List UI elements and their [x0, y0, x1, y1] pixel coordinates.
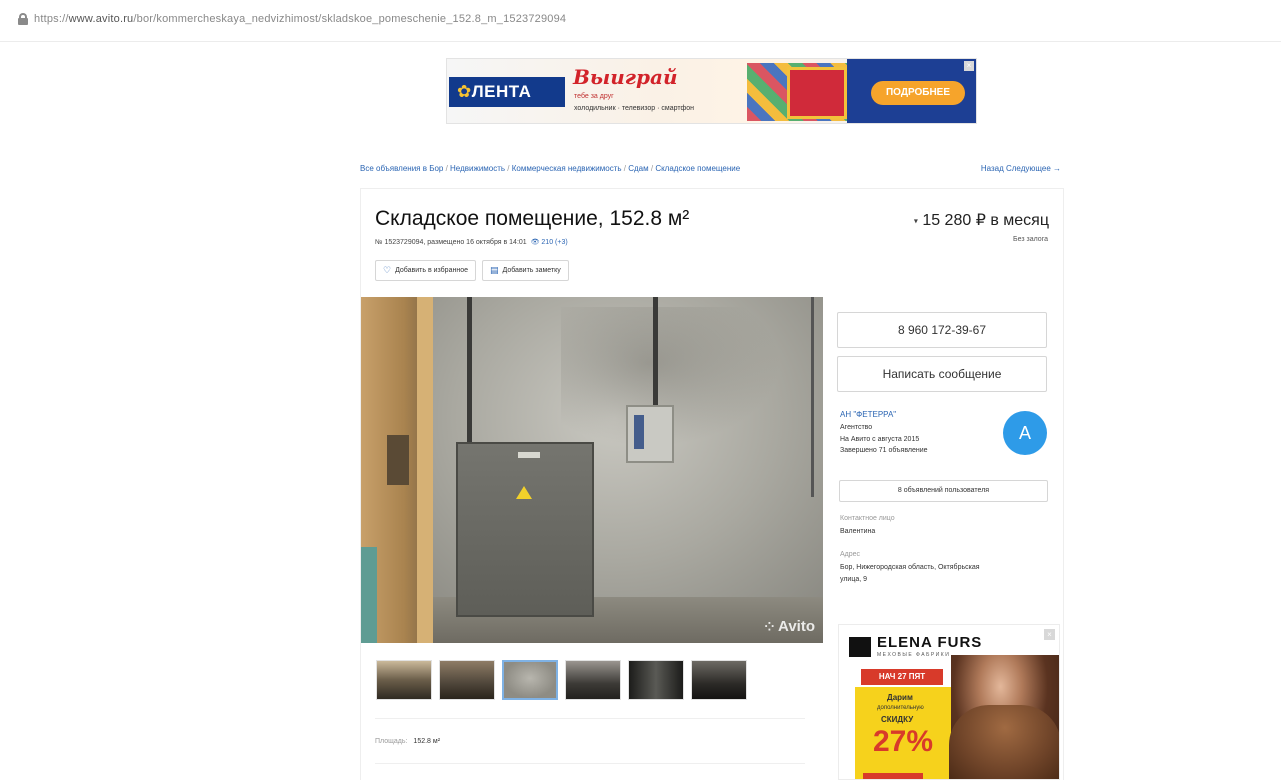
lock-icon: [18, 13, 28, 25]
breadcrumb-item[interactable]: Недвижимость: [450, 164, 505, 173]
ad-fur-image: [949, 705, 1059, 779]
seller-completed: Завершено 71 объявление: [840, 447, 928, 454]
ad-promo-text: СКИДКУ: [881, 715, 914, 724]
top-banner-ad[interactable]: ✿ЛЕНТА Выиграй тебе за друг холодильник …: [446, 58, 977, 124]
breadcrumb-item[interactable]: Складское помещение: [655, 164, 740, 173]
thumbnail-active[interactable]: [502, 660, 558, 700]
main-photo[interactable]: ⁘ Avito: [361, 297, 823, 643]
listing-meta: № 1523729094, размещено 16 октября в 14:…: [375, 239, 568, 246]
divider: [375, 763, 805, 764]
prev-next-nav[interactable]: Назад Следующее →: [981, 164, 1061, 173]
seller-since: На Авито с августа 2015: [840, 436, 920, 443]
browser-address-bar[interactable]: https://www.avito.ru/bor/kommercheskaya_…: [0, 0, 1281, 42]
url-text[interactable]: https://www.avito.ru/bor/kommercheskaya_…: [34, 13, 566, 25]
address-label: Адрес: [840, 551, 861, 558]
seller-ads-button[interactable]: 8 объявлений пользователя: [839, 480, 1048, 502]
close-icon[interactable]: ×: [964, 61, 974, 71]
thumbnail-strip: [376, 660, 747, 700]
thumbnail[interactable]: [565, 660, 621, 700]
ad-red-bar: [863, 773, 923, 779]
banner-line2: холодильник · телевизор · смартфон: [574, 105, 695, 112]
banner-gift-image: [787, 67, 847, 119]
thumbnail[interactable]: [691, 660, 747, 700]
show-phone-button[interactable]: 8 960 172-39-67: [837, 312, 1047, 348]
thumbnail[interactable]: [628, 660, 684, 700]
warning-icon: [516, 486, 532, 499]
listing-actions: ♡ Добавить в избранное ▤ Добавить заметку: [375, 260, 569, 281]
seller-name-link[interactable]: АН "ФЕТЕРРА": [840, 410, 896, 419]
lenta-logo: ✿ЛЕНТА: [449, 77, 565, 107]
price-dropdown-icon[interactable]: ▾: [914, 216, 918, 225]
ad-promo-text: дополнительную: [877, 705, 924, 711]
thumbnail[interactable]: [376, 660, 432, 700]
breadcrumb-item[interactable]: Сдам: [628, 164, 648, 173]
ad-brand: ELENA FURS: [877, 634, 983, 651]
contact-person-label: Контактное лицо: [840, 515, 895, 522]
ad-date: НАЧ 27 ПЯТ: [861, 669, 943, 685]
breadcrumb: Все объявления в Бор / Недвижимость / Ко…: [360, 164, 741, 173]
breadcrumb-item[interactable]: Коммерческая недвижимость: [512, 164, 622, 173]
area-row: Площадь: 152.8 м²: [375, 738, 441, 745]
ad-percent: 27%: [873, 725, 934, 758]
seller-type: Агентство: [840, 424, 873, 431]
side-banner-ad[interactable]: ELENA FURS МЕХОВЫЕ ФАБРИКИ НАЧ 27 ПЯТ Да…: [838, 624, 1060, 780]
brand-logo-icon: [849, 637, 871, 657]
close-icon[interactable]: ×: [1044, 629, 1055, 640]
avito-watermark: ⁘ Avito: [764, 618, 815, 635]
deposit-info: Без залога: [1013, 236, 1048, 243]
views-count: 👁 210 (+3): [530, 239, 568, 246]
contact-person-name: Валентина: [840, 528, 876, 535]
ad-promo-text: Дарим: [887, 693, 913, 702]
breadcrumb-item[interactable]: Все объявления в Бор: [360, 164, 443, 173]
ad-subtitle: МЕХОВЫЕ ФАБРИКИ: [877, 652, 951, 658]
page-title: Складское помещение, 152.8 м²: [375, 207, 690, 230]
banner-cta-button[interactable]: ПОДРОБНЕЕ: [871, 81, 965, 105]
banner-headline: Выиграй: [573, 65, 678, 89]
address-bar-divider: [0, 41, 1281, 42]
add-to-favorites-button[interactable]: ♡ Добавить в избранное: [375, 260, 476, 281]
avatar[interactable]: А: [1003, 411, 1047, 455]
note-icon: ▤: [489, 265, 499, 275]
address-line: Бор, Нижегородская область, Октябрьская: [840, 564, 980, 571]
thumbnail[interactable]: [439, 660, 495, 700]
write-message-button[interactable]: Написать сообщение: [837, 356, 1047, 392]
price: ▾ 15 280 ₽ в месяц: [913, 212, 1049, 229]
electric-meter: [626, 405, 674, 463]
heart-icon: ♡: [383, 265, 392, 275]
electrical-panel: [456, 442, 594, 617]
banner-line1: тебе за друг: [574, 93, 614, 100]
divider: [375, 718, 805, 719]
address-line: улица, 9: [840, 576, 868, 583]
add-note-button[interactable]: ▤ Добавить заметку: [481, 260, 569, 281]
